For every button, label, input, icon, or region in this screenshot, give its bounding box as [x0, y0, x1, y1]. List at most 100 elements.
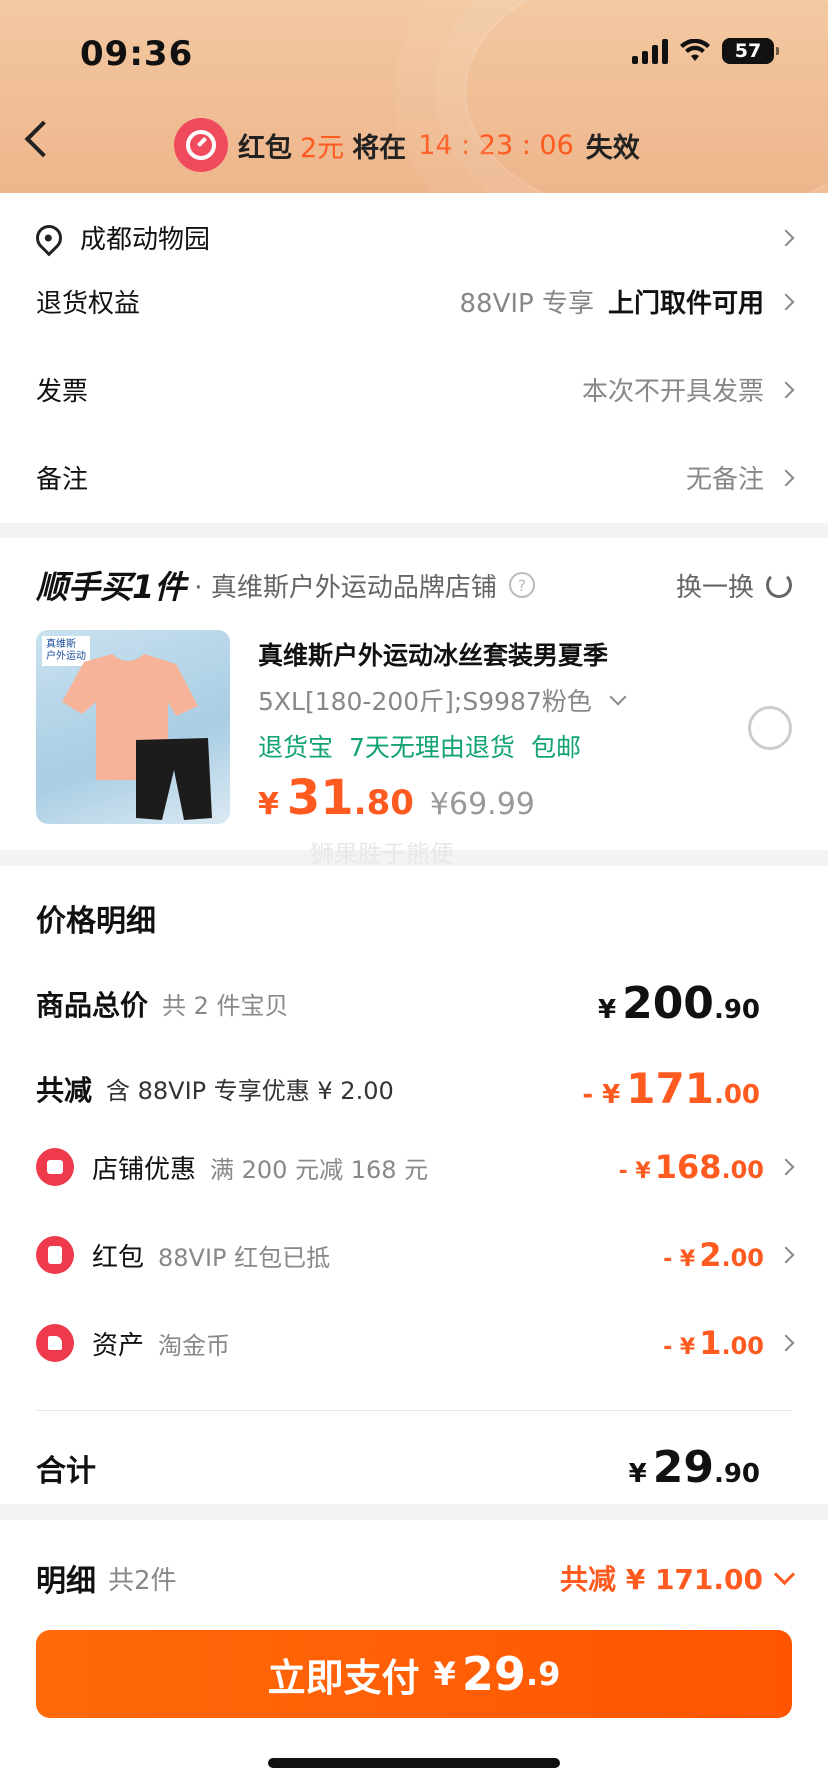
- service-tags: 退货宝 7天无理由退货 包邮: [258, 728, 581, 764]
- asset-amount: - ¥ 1 .00: [663, 1324, 764, 1362]
- store-coupon-amount: - ¥ 168 .00: [619, 1148, 764, 1186]
- total-dec: .90: [713, 995, 760, 1025]
- store-name[interactable]: · 真维斯户外运动品牌店铺: [194, 567, 497, 604]
- sku-selector[interactable]: 5XL[180-200斤];S9987粉色: [258, 682, 627, 718]
- banner-mid: 将在: [352, 132, 407, 164]
- banner-countdown: 14 : 23 : 06: [418, 129, 574, 161]
- chevron-right-icon: [777, 381, 795, 398]
- chevron-down-icon: [609, 688, 627, 706]
- battery-icon: 57: [722, 38, 779, 64]
- addon-title-part2: 1件: [132, 568, 187, 606]
- product-price: ¥ 31 .80 ¥69.99: [258, 770, 535, 826]
- chevron-down-icon: [773, 1563, 796, 1585]
- address-row[interactable]: 成都动物园: [30, 219, 795, 256]
- pay-label: 立即支付: [267, 1655, 420, 1700]
- chevron-right-icon: [777, 1246, 795, 1264]
- product-sku: 5XL[180-200斤];S9987粉色: [258, 687, 592, 716]
- sum-dec: .90: [713, 1459, 760, 1489]
- return-row[interactable]: 退货权益 88VIP 专享 上门取件可用: [36, 283, 795, 320]
- store-coupon-row[interactable]: 店铺优惠 满 200 元减 168 元 - ¥ 168 .00: [36, 1148, 795, 1186]
- tag-return-insurance: 退货宝: [258, 733, 334, 762]
- invoice-label: 发票: [36, 377, 89, 407]
- store-coupon-label: 店铺优惠: [92, 1154, 197, 1185]
- asset-prefix: - ¥: [663, 1335, 696, 1360]
- remark-value: 无备注: [685, 465, 764, 495]
- select-radio[interactable]: [748, 706, 792, 750]
- sum-row: 合计 ¥ 29 .90: [36, 1442, 792, 1493]
- sum-int: 29: [652, 1442, 714, 1493]
- asset-dec: .00: [721, 1332, 764, 1360]
- status-icons: 57: [632, 38, 779, 64]
- return-value: 上门取件可用: [607, 289, 764, 319]
- total-label: 商品总价: [36, 988, 149, 1022]
- banner-prefix: 红包: [238, 132, 292, 164]
- red-packet-amount: - ¥ 2 .00: [663, 1236, 764, 1274]
- addon-title: 顺手买1件: [36, 562, 186, 608]
- sum-label: 合计: [36, 1453, 96, 1489]
- red-packet-dec: .00: [721, 1244, 764, 1272]
- chevron-right-icon: [777, 1158, 795, 1176]
- red-packet-sub: 88VIP 红包已抵: [158, 1243, 331, 1272]
- watermark: 狮果胜于熊便: [310, 840, 454, 868]
- price-detail-title: 价格明细: [36, 904, 156, 939]
- asset-row[interactable]: 资产 淘金币 - ¥ 1 .00: [36, 1324, 795, 1362]
- total-symbol: ¥: [597, 995, 617, 1025]
- discount-row: 共减 含 88VIP 专享优惠 ¥ 2.00 - ¥ 171 .00: [36, 1064, 792, 1113]
- tag-7day-return: 7天无理由退货: [349, 733, 515, 762]
- discount-int: 171: [626, 1064, 714, 1113]
- pay-int: 29: [461, 1647, 526, 1701]
- return-label: 退货权益: [36, 289, 141, 319]
- refresh-icon: [766, 572, 792, 598]
- swap-label: 换一换: [675, 572, 754, 603]
- total-row: 商品总价 共 2 件宝贝 ¥ 200 .90: [36, 978, 792, 1029]
- discount-amount: - ¥ 171 .00: [582, 1064, 760, 1113]
- store-coupon-int: 168: [654, 1148, 722, 1186]
- asset-label: 资产: [92, 1330, 145, 1361]
- red-packet-prefix: - ¥: [663, 1247, 696, 1272]
- banner-suffix: 失效: [585, 132, 640, 164]
- chevron-right-icon: [777, 293, 795, 310]
- product-thumbnail[interactable]: 真维斯 户外运动: [36, 630, 230, 824]
- help-icon[interactable]: ?: [508, 572, 535, 598]
- discount-label: 共减: [36, 1073, 93, 1107]
- store-coupon-sub: 满 200 元减 168 元: [210, 1155, 429, 1184]
- addon-title-part1: 顺手买: [36, 568, 133, 606]
- pay-now-button[interactable]: 立即支付 ¥ 29 .9: [36, 1630, 792, 1718]
- chevron-right-icon: [777, 1334, 795, 1352]
- red-packet-label: 红包: [92, 1242, 145, 1273]
- red-packet-int: 2: [699, 1236, 722, 1274]
- total-sub: 共 2 件宝贝: [162, 992, 289, 1020]
- footer-reduce: 共减 ¥ 171.00: [559, 1563, 763, 1596]
- sum-amount: ¥ 29 .90: [629, 1442, 760, 1493]
- discount-dec: .00: [713, 1080, 760, 1110]
- pay-dec: .9: [525, 1655, 561, 1693]
- total-amount: ¥ 200 .90: [598, 978, 760, 1029]
- signal-icon: [632, 38, 668, 64]
- detail-summary[interactable]: 明细 共2件 共减 ¥ 171.00: [36, 1556, 796, 1600]
- red-packet-banner: 红包 2元 将在 14 : 23 : 06 失效: [174, 118, 640, 172]
- pay-symbol: ¥: [433, 1655, 456, 1693]
- timer-icon: [174, 118, 228, 172]
- swap-button[interactable]: 换一换: [676, 567, 792, 604]
- store-coupon-dec: .00: [721, 1156, 764, 1184]
- product-name[interactable]: 真维斯户外运动冰丝套装男夏季: [258, 636, 608, 672]
- return-note: 88VIP 专享: [459, 289, 594, 319]
- price-dec: .80: [353, 783, 414, 823]
- detail-count: 共2件: [108, 1565, 177, 1596]
- tshirt-image: [62, 654, 212, 820]
- asset-sub: 淘金币: [158, 1331, 231, 1360]
- wifi-icon: [680, 39, 710, 61]
- invoice-row[interactable]: 发票 本次不开具发票: [36, 371, 795, 408]
- home-indicator[interactable]: [268, 1758, 560, 1768]
- total-int: 200: [622, 978, 714, 1029]
- shop-icon: [36, 1148, 74, 1186]
- remark-row[interactable]: 备注 无备注: [36, 459, 795, 496]
- price-int: 31: [286, 770, 354, 826]
- back-button[interactable]: [24, 120, 62, 158]
- store-coupon-prefix: - ¥: [618, 1159, 651, 1184]
- chevron-right-icon: [777, 229, 795, 246]
- red-packet-row[interactable]: 红包 88VIP 红包已抵 - ¥ 2 .00: [36, 1236, 795, 1274]
- detail-label: 明细: [36, 1564, 96, 1599]
- location-icon: [30, 219, 68, 256]
- discount-sub: 含 88VIP 专享优惠 ¥ 2.00: [106, 1077, 394, 1105]
